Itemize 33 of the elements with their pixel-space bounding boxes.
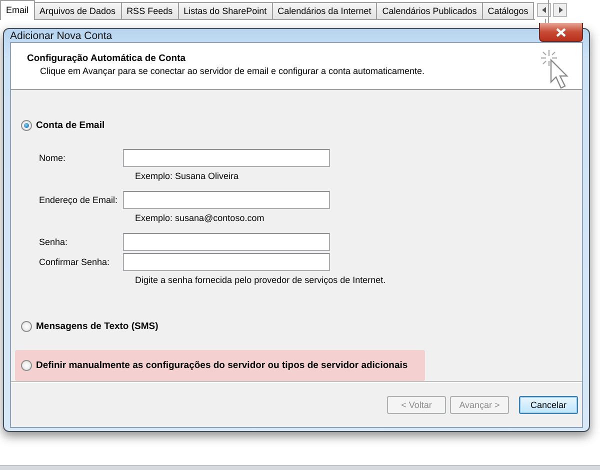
- input-field[interactable]: [123, 233, 330, 251]
- input-field[interactable]: [123, 191, 330, 209]
- scroll-left-icon[interactable]: [537, 3, 552, 17]
- dialog-button[interactable]: Cancelar: [519, 396, 578, 414]
- field-label: Senha:: [39, 237, 69, 247]
- close-button[interactable]: [539, 23, 583, 42]
- radio-button[interactable]: [21, 360, 32, 371]
- input-field[interactable]: [123, 149, 330, 167]
- field-hint: Exemplo: susana@contoso.com: [135, 213, 264, 223]
- tab[interactable]: Calendários da Internet: [272, 2, 378, 19]
- tab[interactable]: Listas do SharePoint: [178, 2, 273, 19]
- field-label: Nome:: [39, 153, 67, 163]
- input-field[interactable]: [123, 253, 330, 271]
- tab[interactable]: RSS Feeds: [120, 2, 179, 19]
- dialog-title: Adicionar Nova Conta: [10, 30, 112, 42]
- header-subtitle: Clique em Avançar para se conectar ao servidor de email e configurar a conta automaticamente.: [40, 66, 425, 76]
- header-title: Configuração Automática de Conta: [27, 53, 187, 64]
- close-icon: [556, 28, 566, 36]
- tab[interactable]: Catálogos: [482, 2, 534, 19]
- field-label: Endereço de Email:: [39, 195, 119, 205]
- tab[interactable]: Arquivos de Dados: [34, 2, 122, 19]
- scroll-right-icon[interactable]: [553, 3, 568, 17]
- field-hint: Digite a senha fornecida pelo provedor de serviços de Internet.: [135, 275, 386, 285]
- tab[interactable]: Email: [0, 0, 35, 20]
- option-label[interactable]: Definir manualmente as configurações do servidor ou tipos de servidor adicionais: [36, 360, 408, 371]
- option-label[interactable]: Mensagens de Texto (SMS): [36, 321, 158, 332]
- radio-button[interactable]: [21, 120, 32, 131]
- tab[interactable]: Calendários Publicados: [376, 2, 483, 19]
- radio-button[interactable]: [21, 321, 32, 332]
- highlighted-option[interactable]: Definir manualmente as configurações do servidor ou tipos de servidor adicionais: [15, 350, 425, 381]
- option-label[interactable]: Conta de Email: [36, 120, 105, 131]
- field-hint: Exemplo: Susana Oliveira: [135, 171, 239, 181]
- field-label: Confirmar Senha:: [39, 257, 111, 267]
